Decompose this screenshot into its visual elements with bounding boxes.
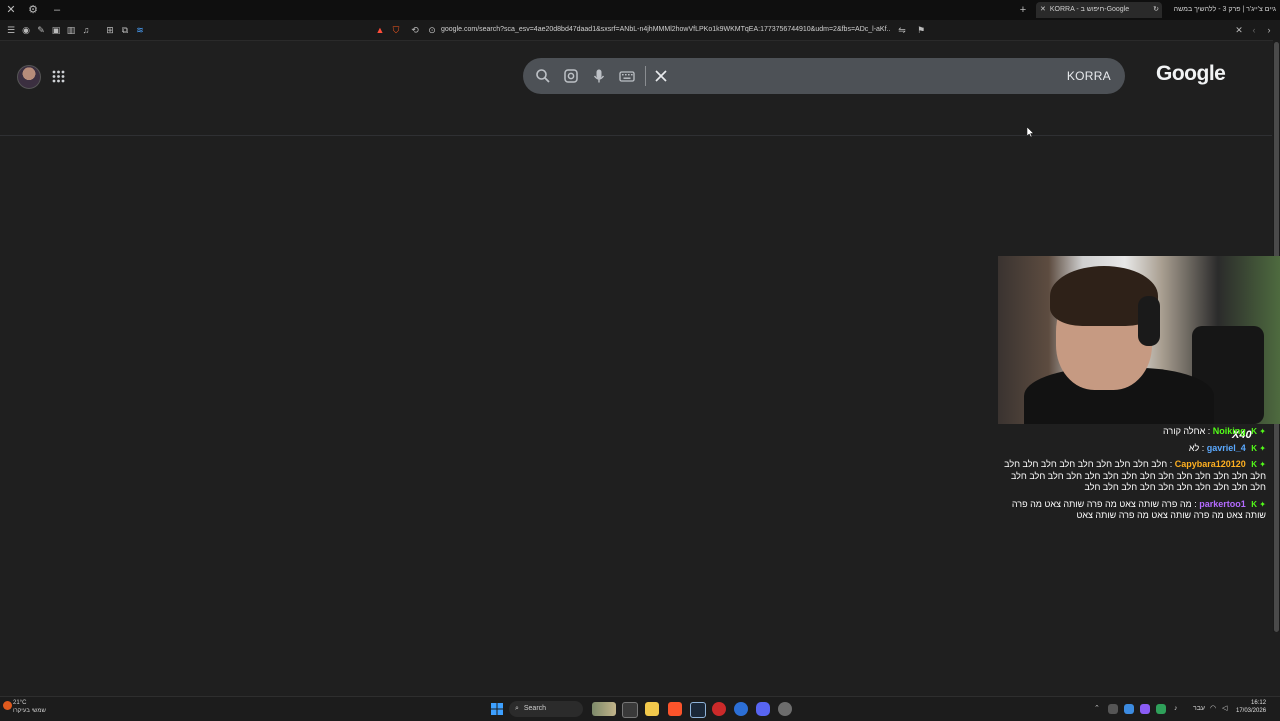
google-logo[interactable]: Google bbox=[1156, 62, 1226, 86]
search-box[interactable]: KORRA bbox=[523, 58, 1125, 94]
chat-separator: : bbox=[1199, 442, 1207, 453]
close-sidebar-icon[interactable]: ✕ bbox=[1233, 24, 1245, 36]
menu-icon[interactable]: ☰ bbox=[5, 24, 17, 36]
minimize-icon[interactable]: – bbox=[50, 3, 64, 17]
tab-close-icon[interactable]: ✕ bbox=[1040, 6, 1046, 13]
chat-message: K ✦ Capybara120120 : חלב חלב חלב חלב חלב… bbox=[1004, 459, 1266, 494]
weather-widget[interactable]: 21°C שמשי בעיקרו bbox=[13, 699, 46, 719]
loading-icon: ↻ bbox=[1153, 6, 1159, 13]
extension-icon[interactable]: ⧉ bbox=[119, 24, 131, 36]
music-icon[interactable]: ♫ bbox=[80, 24, 92, 36]
weather-icon bbox=[3, 701, 12, 710]
task-view-icon[interactable] bbox=[622, 702, 638, 718]
sidebar-icon[interactable]: ▥ bbox=[65, 24, 77, 36]
settings-gear-icon[interactable] bbox=[778, 702, 792, 716]
chat-username: Capybara120120 bbox=[1174, 459, 1246, 469]
chat-username: parkertoo1 bbox=[1199, 498, 1246, 509]
tray-app-icon[interactable] bbox=[1140, 704, 1150, 714]
chat-separator: : bbox=[1205, 426, 1213, 436]
keyboard-icon[interactable] bbox=[619, 68, 635, 84]
volume-tray-icon[interactable]: ◁ bbox=[1222, 702, 1227, 716]
clock-date: 17/03/2026 bbox=[1236, 708, 1267, 714]
discord-icon[interactable] bbox=[756, 702, 770, 716]
lens-icon[interactable] bbox=[563, 68, 579, 84]
tray-lang[interactable]: עבר bbox=[1193, 702, 1205, 716]
chat-badges: K ✦ bbox=[1251, 460, 1266, 469]
tray-app-icon[interactable] bbox=[1108, 704, 1118, 714]
avatar[interactable] bbox=[17, 65, 41, 89]
new-tab-icon[interactable]: + bbox=[1016, 3, 1030, 17]
widget-image-icon[interactable] bbox=[592, 702, 616, 716]
close-window-icon[interactable]: ✕ bbox=[4, 3, 18, 17]
microphone-tray-icon[interactable]: ♪ bbox=[1174, 702, 1178, 716]
weather-desc: שמשי בעיקרו bbox=[13, 708, 46, 714]
chat-text: לא bbox=[1188, 442, 1200, 453]
address-bar-url[interactable]: google.com/search?sca_esv=4ae20d8bd47daa… bbox=[441, 23, 891, 37]
search-divider bbox=[645, 66, 646, 86]
brave-rewards-icon[interactable]: ▲ bbox=[374, 24, 386, 36]
window-icon[interactable]: ▣ bbox=[50, 24, 62, 36]
chat-text: אחלה קורה bbox=[1163, 426, 1206, 436]
taskbar-search-label: Search bbox=[523, 705, 547, 712]
clear-search-icon[interactable] bbox=[653, 68, 669, 84]
weather-temp: 21°C bbox=[13, 700, 27, 706]
file-explorer-icon[interactable] bbox=[645, 702, 659, 716]
shield-icon[interactable]: ◉ bbox=[20, 24, 32, 36]
tray-app-icon[interactable] bbox=[1156, 704, 1166, 714]
brave-browser-icon[interactable] bbox=[668, 702, 682, 716]
app-icon-blue[interactable] bbox=[734, 702, 748, 716]
webcam-headset bbox=[1138, 296, 1160, 346]
wifi-tray-icon[interactable]: ◠ bbox=[1210, 702, 1216, 716]
chat-message: K ✦ gavriel_4 : לא bbox=[1004, 443, 1266, 455]
search-input[interactable]: KORRA bbox=[1067, 58, 1111, 94]
reload-icon[interactable]: ⟲ bbox=[409, 24, 421, 36]
search-icon[interactable] bbox=[535, 68, 551, 84]
chat-username: gavriel_4 bbox=[1206, 442, 1246, 453]
microphone-icon[interactable] bbox=[591, 68, 607, 84]
chat-badges: K ✦ bbox=[1251, 443, 1266, 453]
chat-separator: : bbox=[1167, 459, 1175, 469]
wifi-icon[interactable]: ≋ bbox=[134, 24, 146, 36]
title-bar: ✕ ⚙ – + ✕ KORRA - חיפוש ב-Google ↻ גיים צ… bbox=[0, 0, 1280, 20]
brave-shield-icon[interactable]: ⛉ bbox=[390, 24, 402, 36]
tab-title: גיים צ'ייג'ר | פרק 3 - ללהשיך במשה bbox=[1173, 6, 1276, 13]
forward-icon[interactable]: › bbox=[1263, 24, 1275, 36]
app-icon-red[interactable] bbox=[712, 702, 726, 716]
browser-toolbar: ☰ ◉ ✎ ▣ ▥ ♫ ⊞ ⧉ ≋ ▲ ⛉ ⟲ ⊙ google.com/sea… bbox=[0, 20, 1280, 41]
tray-overflow-icon[interactable]: ⌃ bbox=[1094, 702, 1100, 716]
chat-username: Noiking bbox=[1212, 426, 1246, 436]
google-apps-icon[interactable] bbox=[52, 70, 65, 83]
windows-start-icon[interactable] bbox=[490, 702, 504, 716]
translate-icon[interactable]: ⇋ bbox=[896, 24, 908, 36]
tab-title: KORRA - חיפוש ב-Google bbox=[1049, 6, 1130, 13]
tray-app-icon[interactable] bbox=[1124, 704, 1134, 714]
taskbar-search[interactable]: ⌕ Search bbox=[509, 701, 583, 717]
system-clock[interactable]: 16:12 17/03/2026 bbox=[1236, 699, 1266, 715]
tab-gamechanger[interactable]: גיים צ'ייג'ר | פרק 3 - ללהשיך במשה bbox=[1160, 2, 1276, 18]
chat-message: K ✦ Noiking : אחלה קורה bbox=[1004, 426, 1266, 438]
taskbar: 21°C שמשי בעיקרו ⌕ Search ⌃ ♪ עבר ◠ ◁ 16… bbox=[0, 696, 1280, 721]
chat-badges: K ✦ bbox=[1251, 427, 1266, 436]
back-icon[interactable]: ‹ bbox=[1248, 24, 1260, 36]
site-info-icon[interactable]: ⊙ bbox=[426, 24, 438, 36]
header-divider bbox=[0, 135, 1272, 136]
mouse-cursor-icon bbox=[1027, 127, 1034, 137]
chat-message: K ✦ parkertoo1 : מה פרה שותה צאט מה פרה … bbox=[1004, 499, 1266, 522]
stream-chat: K ✦ Noiking : אחלה קורה K ✦ gavriel_4 : … bbox=[1004, 426, 1266, 527]
tab-korra-search[interactable]: ✕ KORRA - חיפוש ב-Google ↻ bbox=[1036, 2, 1162, 18]
bookmark-icon[interactable]: ⚑ bbox=[915, 24, 927, 36]
taskbar-search-icon: ⌕ bbox=[515, 705, 519, 712]
webcam-overlay bbox=[998, 256, 1280, 424]
settings-icon[interactable]: ⚙ bbox=[26, 3, 40, 17]
pen-icon[interactable]: ✎ bbox=[35, 24, 47, 36]
steam-icon[interactable] bbox=[690, 702, 706, 718]
clock-time: 16:12 bbox=[1251, 700, 1267, 706]
tabs-icon[interactable]: ⊞ bbox=[104, 24, 116, 36]
chat-badges: K ✦ bbox=[1251, 499, 1266, 509]
